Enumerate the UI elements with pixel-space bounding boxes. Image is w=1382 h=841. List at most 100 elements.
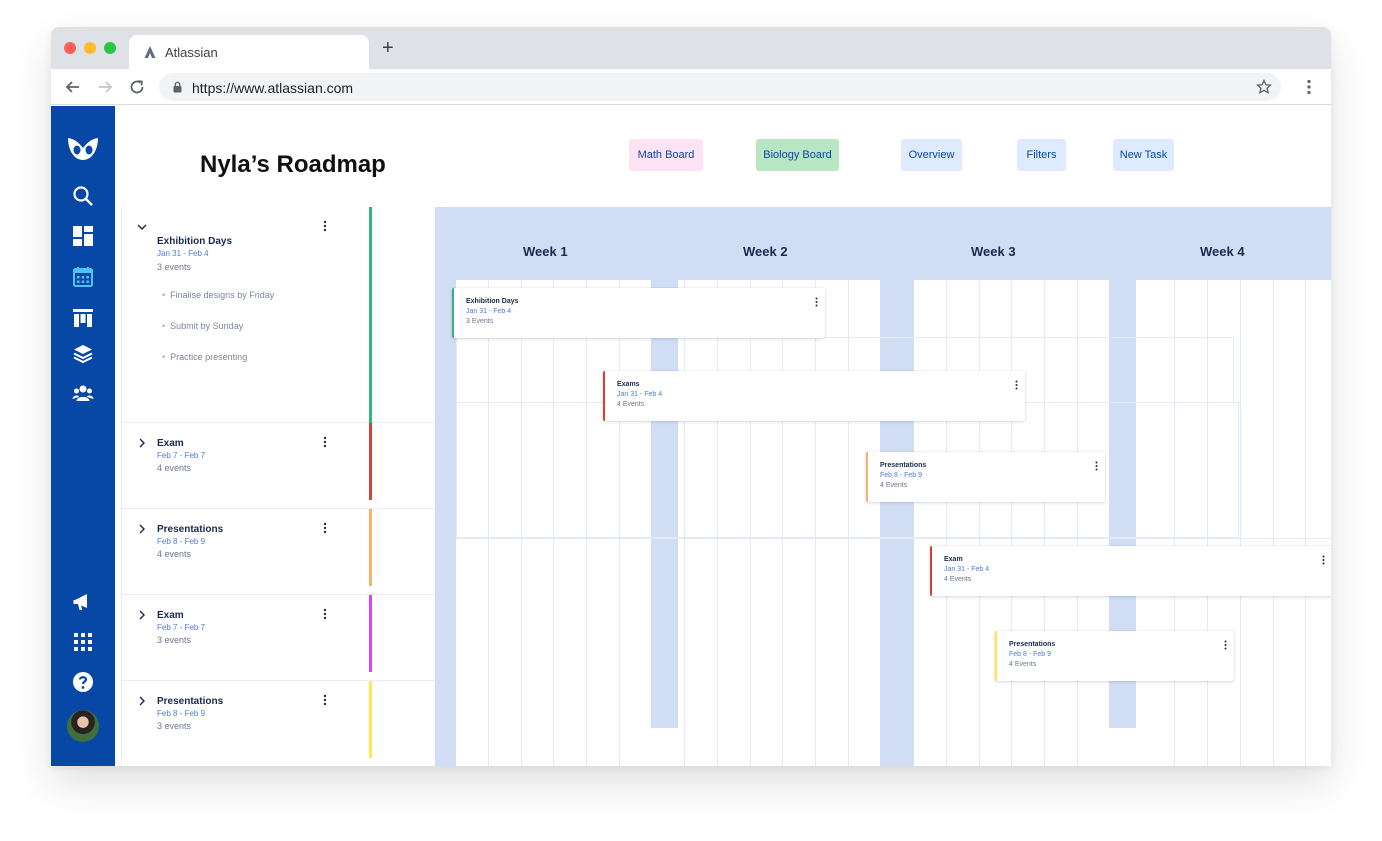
epic-name: Exhibition Days	[157, 236, 233, 247]
more-icon[interactable]	[1095, 461, 1098, 471]
timeline-card[interactable]: Exhibition Days Jan 31 - Feb 4 3 Events	[452, 288, 825, 338]
epic-dates: Feb 8 - Feb 9	[157, 709, 206, 718]
subtask-item[interactable]: Practice presenting	[162, 352, 247, 362]
layers-icon[interactable]	[72, 343, 94, 365]
card-title: Presentations	[1009, 641, 1056, 648]
more-icon[interactable]	[323, 694, 327, 706]
browser-tab[interactable]: Atlassian	[129, 35, 369, 69]
more-icon[interactable]	[323, 608, 327, 620]
week-header: Week 1 Week 2 Week 3 Week 4	[435, 207, 1331, 280]
card-title: Presentations	[880, 462, 927, 469]
epic-name: Presentations	[157, 524, 224, 535]
help-icon[interactable]	[72, 671, 94, 693]
card-count: 3 Events	[466, 318, 494, 325]
subtask-item[interactable]: Finalise designs by Friday	[162, 290, 274, 300]
epic-dates: Feb 7 - Feb 7	[157, 451, 206, 460]
epic-name: Presentations	[157, 696, 224, 707]
epic-count: 3 events	[157, 262, 192, 272]
new-task-button[interactable]: New Task	[1113, 139, 1174, 171]
subtask-item[interactable]: Submit by Sunday	[162, 321, 243, 331]
card-title: Exam	[944, 556, 963, 563]
card-dates: Feb 8 - Feb 9	[1009, 651, 1052, 658]
close-window-button[interactable]	[64, 42, 76, 54]
epic-count: 4 events	[157, 549, 192, 559]
more-icon[interactable]	[1322, 555, 1325, 565]
card-accent	[866, 452, 868, 502]
epic-row[interactable]: Exhibition Days Jan 31 - Feb 4 3 events …	[122, 207, 435, 423]
biology-board-button[interactable]: Biology Board	[756, 139, 839, 171]
maximize-window-button[interactable]	[104, 42, 116, 54]
epic-color-bar	[369, 509, 372, 586]
epic-color-bar	[369, 207, 372, 423]
url-text: https://www.atlassian.com	[192, 80, 354, 96]
chevron-right-icon[interactable]	[136, 437, 148, 449]
week-label: Week 1	[523, 244, 568, 259]
browser-window: Atlassian + https://www.atlassian.com Ny…	[51, 27, 1331, 766]
epic-color-bar	[369, 595, 372, 672]
card-accent	[930, 546, 932, 596]
chevron-right-icon[interactable]	[136, 609, 148, 621]
new-tab-button[interactable]: +	[382, 38, 394, 58]
card-dates: Jan 31 - Feb 4	[944, 566, 990, 573]
card-count: 4 Events	[880, 482, 908, 489]
page-title: Nyla’s Roadmap	[200, 151, 386, 178]
row-divider	[456, 538, 1331, 539]
chevron-right-icon[interactable]	[136, 695, 148, 707]
epic-count: 3 events	[157, 635, 192, 645]
more-icon[interactable]	[1015, 380, 1018, 390]
week-label: Week 2	[743, 244, 788, 259]
megaphone-icon[interactable]	[72, 591, 94, 613]
card-accent	[995, 631, 997, 681]
lock-icon	[173, 81, 182, 93]
back-arrow-icon[interactable]	[64, 78, 82, 96]
people-icon[interactable]	[72, 382, 94, 404]
calendar-icon[interactable]	[72, 266, 94, 288]
bookmark-star-icon[interactable]	[1255, 78, 1273, 96]
week-label: Week 3	[971, 244, 1016, 259]
more-icon[interactable]	[323, 522, 327, 534]
dashboard-icon[interactable]	[72, 225, 94, 247]
more-icon[interactable]	[323, 436, 327, 448]
math-board-button[interactable]: Math Board	[629, 139, 703, 171]
timeline-card[interactable]: Exam Jan 31 - Feb 4 4 Events	[930, 546, 1331, 596]
epic-color-bar	[369, 681, 372, 758]
chevron-right-icon[interactable]	[136, 523, 148, 535]
epic-dates: Feb 7 - Feb 7	[157, 623, 206, 632]
logo-icon[interactable]	[65, 136, 101, 162]
timeline-card[interactable]: Presentations Feb 8 - Feb 9 4 Events	[995, 631, 1234, 681]
atlassian-logo-icon	[144, 46, 156, 58]
minimize-window-button[interactable]	[84, 42, 96, 54]
url-field[interactable]: https://www.atlassian.com	[159, 73, 1281, 101]
browser-menu-icon[interactable]	[1301, 78, 1317, 96]
filters-button[interactable]: Filters	[1017, 139, 1066, 171]
timeline-card[interactable]: Presentations Feb 8 - Feb 9 4 Events	[866, 452, 1105, 502]
epic-row[interactable]: Exam Feb 7 - Feb 7 3 events	[122, 595, 435, 681]
epic-row[interactable]: Presentations Feb 8 - Feb 9 4 events	[122, 509, 435, 595]
search-icon[interactable]	[72, 185, 94, 207]
epic-row[interactable]: Exam Feb 7 - Feb 7 4 events	[122, 423, 435, 509]
reload-icon[interactable]	[128, 78, 146, 96]
chevron-down-icon[interactable]	[136, 221, 148, 233]
avatar[interactable]	[67, 710, 99, 742]
overview-button[interactable]: Overview	[901, 139, 962, 171]
epic-row[interactable]: Presentations Feb 8 - Feb 9 3 events	[122, 681, 435, 766]
epic-name: Exam	[157, 610, 184, 621]
card-title: Exhibition Days	[466, 298, 519, 305]
week-label: Week 4	[1200, 244, 1245, 259]
epic-count: 3 events	[157, 721, 192, 731]
card-count: 4 Events	[617, 401, 645, 408]
epic-dates: Jan 31 - Feb 4	[157, 249, 209, 258]
card-dates: Jan 31 - Feb 4	[617, 391, 663, 398]
more-icon[interactable]	[1224, 640, 1227, 650]
address-bar-row: https://www.atlassian.com	[51, 69, 1331, 105]
card-dates: Jan 31 - Feb 4	[466, 308, 512, 315]
tab-title: Atlassian	[165, 45, 218, 60]
forward-arrow-icon[interactable]	[96, 78, 114, 96]
epic-count: 4 events	[157, 463, 192, 473]
card-count: 4 Events	[944, 576, 972, 583]
more-icon[interactable]	[815, 297, 818, 307]
board-icon[interactable]	[72, 307, 94, 329]
timeline-card[interactable]: Exams Jan 31 - Feb 4 4 Events	[603, 371, 1025, 421]
apps-grid-icon[interactable]	[72, 631, 94, 653]
more-icon[interactable]	[323, 220, 327, 232]
